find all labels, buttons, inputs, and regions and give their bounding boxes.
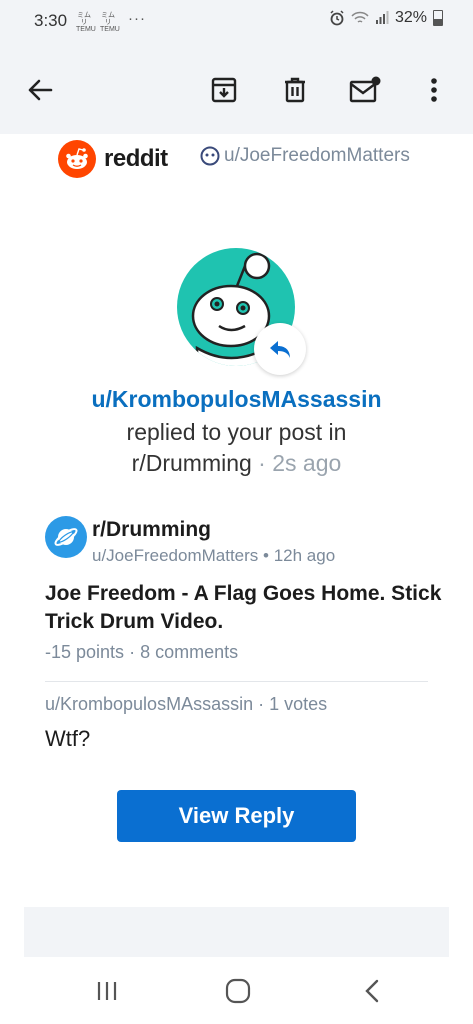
status-bar: 3:30 ミムリ TEMU ミムリ TEMU ··· 32% xyxy=(0,0,473,44)
reddit-snoo-icon xyxy=(58,140,96,178)
comment-votes: 1 votes xyxy=(269,694,328,714)
post-age: 12h ago xyxy=(273,546,336,565)
post-subreddit[interactable]: r/Drumming xyxy=(92,518,211,542)
signal-icon xyxy=(375,11,389,24)
post-stats: -15 points · 8 comments xyxy=(45,642,238,663)
comment-meta: u/KrombopulosMAssassin · 1 votes xyxy=(45,694,327,715)
post-meta: u/JoeFreedomMatters • 12h ago xyxy=(92,546,335,566)
divider xyxy=(45,681,428,682)
reddit-logo: reddit xyxy=(58,140,168,178)
view-reply-button[interactable]: View Reply xyxy=(117,790,356,842)
more-vert-icon[interactable] xyxy=(412,68,456,112)
status-indicators: 32% xyxy=(329,9,443,27)
separator-dot: • xyxy=(258,546,274,565)
email-toolbar xyxy=(0,44,473,134)
user-avatar-icon xyxy=(200,146,220,166)
post-author[interactable]: u/JoeFreedomMatters xyxy=(92,546,258,565)
subreddit-link[interactable]: r/Drumming xyxy=(132,450,252,476)
separator-dot: · xyxy=(253,694,270,714)
comment-body: Wtf? xyxy=(45,726,91,751)
post-comments[interactable]: 8 comments xyxy=(140,642,238,662)
reply-icon xyxy=(254,323,306,375)
alarm-icon xyxy=(330,10,344,26)
back-arrow-icon[interactable] xyxy=(18,68,62,112)
more-notifications-icon: ··· xyxy=(128,10,146,27)
battery-level: 32% xyxy=(394,9,427,26)
post-points: -15 points xyxy=(45,642,125,662)
archive-icon[interactable] xyxy=(202,68,246,112)
temu-notification-icon: ミムリ TEMU xyxy=(100,12,120,33)
home-icon[interactable] xyxy=(213,969,263,1013)
subreddit-icon xyxy=(45,516,87,558)
reply-time: 2s ago xyxy=(272,450,342,476)
separator-dot: · xyxy=(124,642,141,662)
recipient-username: u/JoeFreedomMatters xyxy=(224,145,410,166)
recent-apps-icon[interactable] xyxy=(82,969,132,1013)
recipient: u/JoeFreedomMatters xyxy=(200,145,410,167)
temu-notification-icon: ミムリ TEMU xyxy=(76,12,96,33)
trash-icon[interactable] xyxy=(273,68,317,112)
reply-context: r/Drumming · 2s ago xyxy=(0,450,473,477)
post-title[interactable]: Joe Freedom - A Flag Goes Home. Stick Tr… xyxy=(45,580,445,636)
separator-dot: · xyxy=(251,450,273,476)
status-time: 3:30 xyxy=(34,11,68,30)
battery-icon xyxy=(433,10,443,26)
mark-unread-icon[interactable] xyxy=(343,68,387,112)
wifi-icon xyxy=(351,11,369,23)
email-footer xyxy=(24,907,449,957)
back-icon[interactable] xyxy=(347,969,397,1013)
comment-author[interactable]: u/KrombopulosMAssassin xyxy=(45,694,253,714)
brand-name: reddit xyxy=(104,145,168,172)
system-nav-bar xyxy=(0,957,473,1024)
reply-action-text: replied to your post in xyxy=(126,419,347,445)
replier-username[interactable]: u/KrombopulosMAssassin xyxy=(0,386,473,413)
